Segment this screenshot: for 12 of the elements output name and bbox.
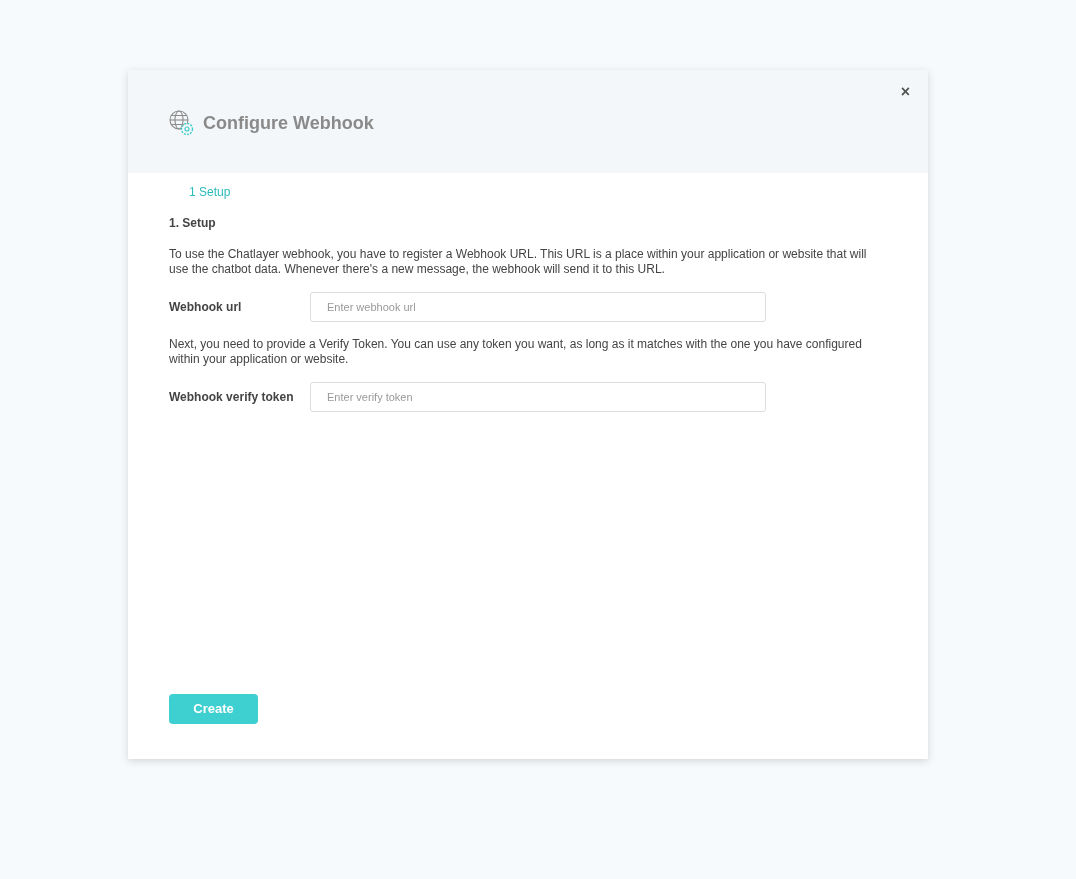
instruction-text: To use the Chatlayer webhook, you have to register a Webhook URL. This URL is a place within your application or website that will use the chatbot data. Whenever there's a new message, the webhook will send it to this URL. (169, 247, 868, 277)
input-field[interactable]: Enter webhook url (310, 292, 766, 322)
field-label: Webhook verify token (169, 389, 295, 406)
field-label: Webhook url (169, 299, 243, 316)
instruction-text: Next, you need to provide a Verify Token. You can use any token you want, as long as it matches with the one you have configured within your application or website. (169, 337, 863, 367)
step-tab[interactable]: 1 Setup (189, 183, 231, 201)
dialog-title: Configure Webhook (203, 111, 374, 135)
create-button[interactable]: Create (169, 694, 258, 724)
close-button[interactable]: × (900, 84, 910, 100)
input-field[interactable]: Enter verify token (310, 382, 766, 412)
section-heading: 1. Setup (169, 215, 217, 232)
globe-gear-icon (168, 110, 194, 136)
